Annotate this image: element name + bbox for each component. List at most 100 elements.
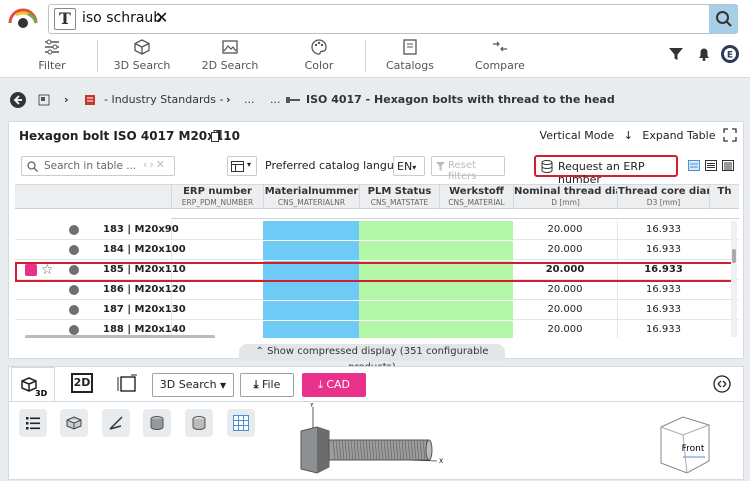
materialnummer-cell[interactable] (263, 241, 359, 260)
table-row[interactable]: 184 | M20x100 20.000 16.933 (15, 241, 739, 260)
reset-filters-button[interactable]: Reset filters (431, 156, 505, 182)
column-chooser-button[interactable]: ▾ (227, 156, 257, 176)
clear-search-icon[interactable]: ✕ (155, 8, 168, 27)
table-row[interactable]: 186 | M20x120 20.000 16.933 (15, 281, 739, 300)
erp-number-cell[interactable] (171, 241, 263, 260)
compare-button[interactable]: Compare (474, 38, 526, 76)
breadcrumb-ellipsis[interactable]: ... (270, 93, 281, 106)
header-materialnummer[interactable]: Materialnummer CNS_MATERIALNR (263, 185, 359, 209)
plm-werkstoff-cell[interactable] (359, 241, 513, 260)
erp-number-cell[interactable] (171, 301, 263, 320)
dimensions-tab-icon[interactable] (115, 373, 139, 395)
search-nav-icons[interactable]: ‹›✕ (143, 158, 167, 171)
header-th[interactable]: Th (709, 185, 739, 209)
section-tool[interactable] (185, 409, 213, 437)
erp-number-cell[interactable] (171, 221, 263, 240)
reset-filters-label: Reset filters (448, 160, 477, 182)
3d-search-dropdown[interactable]: 3D Search ▼ (152, 373, 234, 397)
nominal-diameter-cell: 20.000 (547, 324, 583, 335)
shaded-tool[interactable] (143, 409, 171, 437)
search-box[interactable]: T iso schraub ✕ (48, 4, 738, 34)
table-row[interactable]: 183 | M20x90 20.000 16.933 (15, 221, 739, 240)
chevron-up-icon: ⌃ (255, 346, 268, 357)
materialnummer-cell[interactable] (263, 301, 359, 320)
text-search-icon[interactable]: T (54, 8, 76, 30)
plm-werkstoff-cell[interactable] (359, 281, 513, 300)
breadcrumb-ellipsis[interactable]: ... (244, 93, 255, 106)
breadcrumb-industry-standards[interactable]: - Industry Standards - (104, 93, 223, 106)
tab-3d[interactable]: 3D (11, 367, 55, 402)
bolt-icon (286, 97, 300, 103)
2d-search-button[interactable]: 2D Search (200, 38, 260, 76)
vertical-scrollbar[interactable] (731, 221, 737, 337)
color-button[interactable]: Color (296, 38, 342, 76)
header-thread-core-diameter[interactable]: Thread core diame...D3 [mm] (617, 185, 709, 209)
view-compact-icon[interactable] (688, 160, 700, 171)
bolt-3d-model[interactable]: Y X (287, 403, 457, 481)
expand-icon[interactable] (723, 128, 737, 142)
image-icon (222, 40, 238, 54)
search-icon (27, 161, 38, 172)
section-cylinder-icon (192, 416, 206, 430)
sliders-icon (45, 39, 59, 55)
show-compressed-display-button[interactable]: ⌃ Show compressed display (351 configura… (239, 344, 505, 373)
funnel-icon[interactable] (668, 46, 684, 62)
table-tool[interactable] (227, 409, 255, 437)
divider (9, 401, 745, 402)
core-diameter-cell: 16.933 (617, 321, 709, 338)
materialnummer-cell[interactable] (263, 221, 359, 240)
materialnummer-cell[interactable] (263, 281, 359, 300)
caret-down-icon: ▼ (220, 381, 227, 390)
plm-werkstoff-cell[interactable] (359, 301, 513, 320)
view-cube-icon[interactable]: Front (653, 413, 713, 477)
erp-number-cell[interactable] (171, 281, 263, 300)
expand-table-button[interactable]: Expand Table (642, 129, 715, 142)
materialnummer-cell[interactable] (263, 321, 359, 338)
product-title: Hexagon bolt ISO 4017 M20x110 (19, 129, 240, 143)
search-query[interactable]: iso schraub (82, 10, 162, 26)
view-detail-icon[interactable] (722, 160, 734, 171)
header-nominal-thread-diameter[interactable]: Nominal thread diam...D [mm] (513, 185, 617, 209)
table-row[interactable]: 187 | M20x130 20.000 16.933 (15, 301, 739, 320)
measure-tool[interactable] (102, 409, 130, 437)
language-select[interactable]: EN▾ (393, 156, 425, 176)
plm-werkstoff-cell[interactable] (359, 221, 513, 240)
tab-2d[interactable]: 2D (71, 373, 93, 393)
user-avatar-icon[interactable]: E (720, 44, 740, 64)
catalogs-button[interactable]: Catalogs (384, 38, 436, 76)
divider (97, 40, 98, 72)
back-icon[interactable] (9, 91, 27, 109)
3d-search-button[interactable]: 3D Search (112, 38, 172, 76)
filter-button[interactable]: Filter (30, 38, 74, 76)
filter-row (171, 209, 739, 219)
core-diameter-cell: 16.933 (617, 301, 709, 320)
breadcrumb: › - Industry Standards - › ... ... ISO 4… (0, 86, 750, 114)
wireframe-tool[interactable] (60, 409, 88, 437)
chevron-right-icon: › (226, 93, 231, 106)
nominal-diameter-cell: 20.000 (547, 284, 583, 295)
plm-werkstoff-cell[interactable] (359, 321, 513, 338)
copy-icon[interactable] (211, 130, 222, 142)
bell-icon[interactable] (696, 46, 712, 62)
core-diameter-cell: 16.933 (617, 281, 709, 300)
list-view-tool[interactable] (19, 409, 47, 437)
download-icon: ⤓ (253, 378, 259, 391)
divider (365, 40, 366, 72)
horizontal-scrollbar[interactable] (25, 335, 215, 338)
file-button[interactable]: ⤓ File (240, 373, 294, 397)
app-logo-icon[interactable] (6, 6, 40, 30)
view-list-icon[interactable] (705, 160, 717, 171)
arrow-down-icon[interactable]: ↓ (624, 129, 633, 142)
header-werkstoff[interactable]: Werkstoff CNS_MATERIAL (439, 185, 513, 209)
pref-lang-label: Preferred catalog language (265, 159, 415, 172)
grid-table-icon (233, 415, 249, 431)
cad-button[interactable]: ⤓ CAD (302, 373, 366, 397)
nominal-diameter-cell: 20.000 (547, 304, 583, 315)
search-button[interactable] (709, 5, 738, 33)
home-square-icon[interactable] (38, 94, 50, 106)
request-erp-number-button[interactable]: Request an ERP number (534, 155, 678, 186)
header-plm-status[interactable]: PLM Status CNS_MATSTATE (359, 185, 439, 209)
vertical-mode-button[interactable]: Vertical Mode (540, 129, 615, 142)
collapse-viewer-icon[interactable] (713, 375, 731, 393)
header-erp-number[interactable]: ERP number ERP_PDM_NUMBER (171, 185, 263, 209)
